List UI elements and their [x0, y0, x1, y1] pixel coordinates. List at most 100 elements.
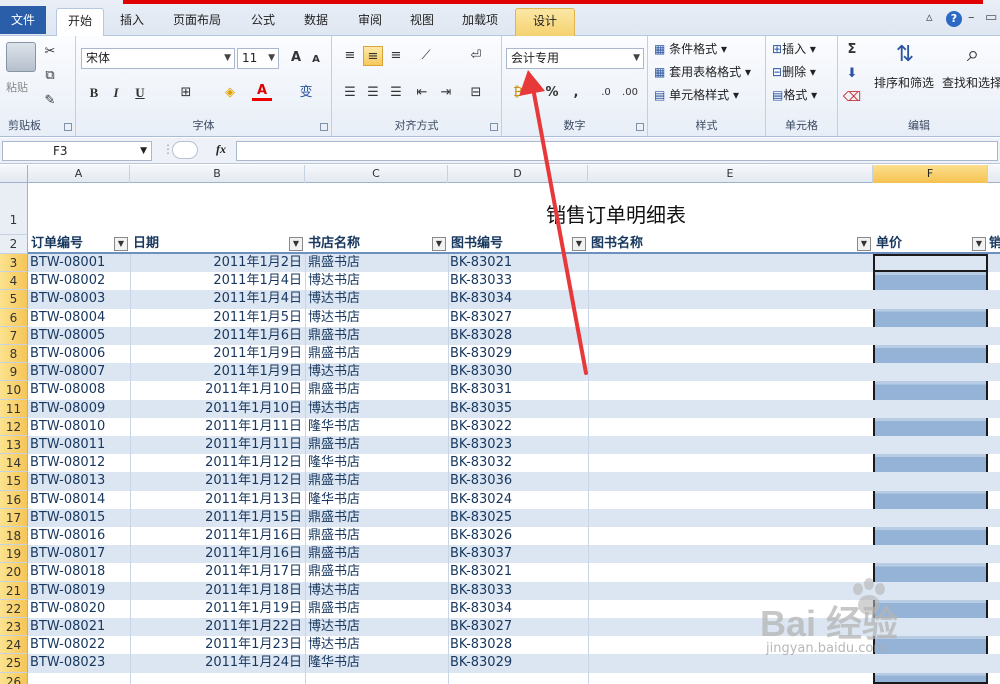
cell-store[interactable]: 隆华书店: [308, 454, 448, 472]
row-header[interactable]: 17: [0, 508, 28, 527]
align-left-icon[interactable]: ☰: [340, 83, 360, 103]
align-right-icon[interactable]: ☰: [386, 83, 406, 103]
table-row[interactable]: BTW-08017 2011年1月16日 鼎盛书店 BK-83037: [28, 545, 1000, 564]
phonetic-icon[interactable]: 变: [296, 83, 316, 103]
cell-store[interactable]: 鼎盛书店: [308, 600, 448, 618]
cell-book-id[interactable]: BK-83027: [450, 618, 588, 636]
filter-dropdown-icon[interactable]: ▼: [289, 237, 303, 251]
cell-store[interactable]: 博达书店: [308, 363, 448, 381]
cell-order-id[interactable]: BTW-08010: [30, 418, 128, 436]
format-cells-button[interactable]: ▤格式 ▾: [772, 86, 817, 103]
table-row[interactable]: BTW-08005 2011年1月6日 鼎盛书店 BK-83028: [28, 326, 1000, 345]
filter-dropdown-icon[interactable]: ▼: [432, 237, 446, 251]
tab-design[interactable]: 设计: [515, 8, 575, 36]
cell-book-id[interactable]: BK-83023: [450, 436, 588, 454]
cell-order-id[interactable]: BTW-08011: [30, 436, 128, 454]
row-header[interactable]: 13: [0, 436, 28, 455]
row-header[interactable]: 3: [0, 254, 28, 273]
table-row[interactable]: BTW-08016 2011年1月16日 鼎盛书店 BK-83026: [28, 527, 1000, 545]
table-row[interactable]: BTW-08001 2011年1月2日 鼎盛书店 BK-83021: [28, 254, 1000, 273]
cell-store[interactable]: 博达书店: [308, 636, 448, 654]
row-header[interactable]: 16: [0, 490, 28, 509]
row-header[interactable]: 14: [0, 454, 28, 473]
restore-icon[interactable]: ▭: [985, 10, 997, 25]
table-row[interactable]: BTW-08013 2011年1月12日 鼎盛书店 BK-83036: [28, 472, 1000, 491]
merge-center-icon[interactable]: ⊟: [466, 83, 486, 103]
cell-order-id[interactable]: BTW-08023: [30, 654, 128, 672]
cell-book-id[interactable]: BK-83033: [450, 272, 588, 290]
decrease-decimal-icon[interactable]: .00: [620, 83, 640, 103]
row-header[interactable]: 1: [0, 183, 28, 235]
row-header[interactable]: 10: [0, 381, 28, 400]
cell-date[interactable]: 2011年1月10日: [130, 381, 305, 399]
row-header[interactable]: 5: [0, 290, 28, 309]
fill-icon[interactable]: ⬇: [842, 64, 862, 84]
cell-book-id[interactable]: BK-83031: [450, 381, 588, 399]
column-header-e[interactable]: E: [588, 165, 873, 183]
cell-order-id[interactable]: BTW-08016: [30, 527, 128, 545]
cell-order-id[interactable]: BTW-08008: [30, 381, 128, 399]
row-header[interactable]: 11: [0, 399, 28, 418]
cell-date[interactable]: 2011年1月12日: [130, 454, 305, 472]
cell-order-id[interactable]: BTW-08007: [30, 363, 128, 381]
cell-store[interactable]: 隆华书店: [308, 491, 448, 509]
align-top-icon[interactable]: ≡: [340, 46, 360, 66]
tab-data[interactable]: 数据: [296, 8, 336, 36]
underline-button[interactable]: U: [130, 83, 150, 103]
number-format-combo[interactable]: 会计专用 ▼: [506, 48, 644, 69]
filter-dropdown-icon[interactable]: ▼: [114, 237, 128, 251]
find-select-button[interactable]: 查找和选择: [942, 74, 1000, 91]
column-header-c[interactable]: C: [305, 165, 448, 183]
cell-book-id[interactable]: BK-83032: [450, 454, 588, 472]
alignment-launcher-icon[interactable]: [490, 123, 498, 131]
paste-label[interactable]: 粘贴: [6, 79, 28, 95]
cell-store[interactable]: 鼎盛书店: [308, 509, 448, 527]
fill-color-icon[interactable]: ◈: [220, 83, 240, 103]
cell-order-id[interactable]: BTW-08002: [30, 272, 128, 290]
font-name-combo[interactable]: 宋体 ▼: [81, 48, 235, 69]
header-store[interactable]: 书店名称 ▼: [305, 235, 448, 254]
column-header-f[interactable]: F: [873, 165, 988, 183]
table-row[interactable]: BTW-08015 2011年1月15日 鼎盛书店 BK-83025: [28, 508, 1000, 527]
cell-order-id[interactable]: BTW-08018: [30, 563, 128, 581]
table-row[interactable]: [28, 673, 1000, 684]
cell-date[interactable]: 2011年1月9日: [130, 363, 305, 381]
cell-book-id[interactable]: BK-83028: [450, 327, 588, 345]
accounting-format-icon[interactable]: ₿: [508, 83, 528, 103]
cell-date[interactable]: 2011年1月22日: [130, 618, 305, 636]
grow-font-icon[interactable]: A: [286, 48, 306, 68]
orientation-icon[interactable]: ⟋: [416, 46, 436, 66]
cell-book-id[interactable]: BK-83034: [450, 290, 588, 308]
increase-decimal-icon[interactable]: .0: [596, 83, 616, 103]
name-box[interactable]: F3 ▼: [2, 141, 152, 161]
table-row[interactable]: BTW-08008 2011年1月10日 鼎盛书店 BK-83031: [28, 381, 1000, 399]
cell-order-id[interactable]: BTW-08017: [30, 545, 128, 563]
column-header-b[interactable]: B: [130, 165, 305, 183]
cell-store[interactable]: 鼎盛书店: [308, 254, 448, 272]
paste-icon[interactable]: [6, 42, 36, 72]
formula-input[interactable]: [236, 141, 998, 161]
cell-book-id[interactable]: BK-83021: [450, 254, 588, 272]
row-header[interactable]: 12: [0, 417, 28, 436]
table-row[interactable]: BTW-08003 2011年1月4日 博达书店 BK-83034: [28, 290, 1000, 309]
cell-date[interactable]: 2011年1月23日: [130, 636, 305, 654]
row-header[interactable]: 18: [0, 527, 28, 546]
cell-date[interactable]: 2011年1月9日: [130, 345, 305, 363]
cell-date[interactable]: 2011年1月24日: [130, 654, 305, 672]
cell-date[interactable]: 2011年1月11日: [130, 436, 305, 454]
copy-icon[interactable]: ⧉: [40, 66, 60, 86]
cell-book-id[interactable]: BK-83024: [450, 491, 588, 509]
row-header[interactable]: 4: [0, 272, 28, 291]
sort-filter-icon[interactable]: ⇅: [890, 40, 920, 70]
cell-store[interactable]: 隆华书店: [308, 418, 448, 436]
cell-store[interactable]: 鼎盛书店: [308, 345, 448, 363]
header-book-id[interactable]: 图书编号 ▼: [448, 235, 588, 254]
tab-review[interactable]: 审阅: [350, 8, 390, 36]
cell-date[interactable]: 2011年1月4日: [130, 272, 305, 290]
italic-button[interactable]: I: [106, 83, 126, 103]
cell-date[interactable]: 2011年1月16日: [130, 527, 305, 545]
row-header[interactable]: 23: [0, 618, 28, 637]
format-as-table-button[interactable]: ▦ 套用表格格式 ▾: [654, 63, 751, 80]
tab-formulas[interactable]: 公式: [243, 8, 283, 36]
cell-order-id[interactable]: BTW-08004: [30, 309, 128, 327]
